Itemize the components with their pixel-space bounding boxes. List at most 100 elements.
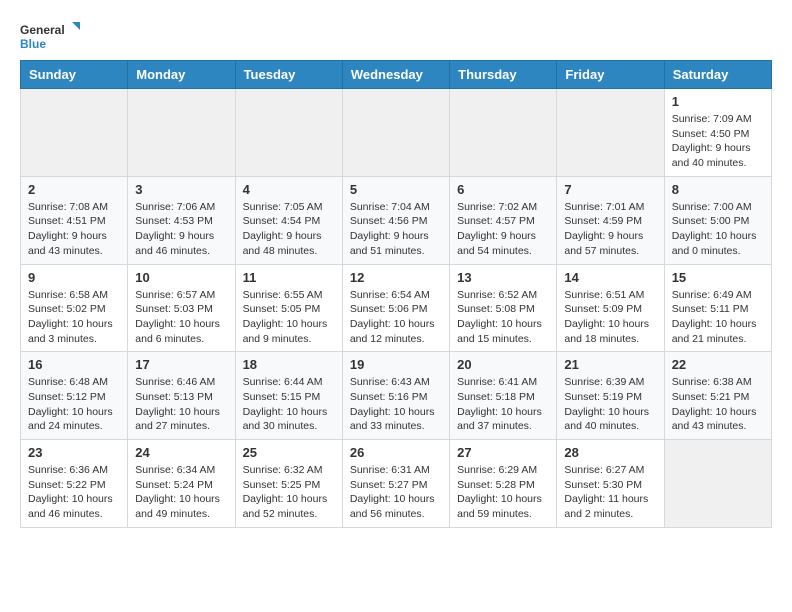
day-number: 11 — [243, 270, 335, 285]
day-info: Sunrise: 6:49 AM Sunset: 5:11 PM Dayligh… — [672, 288, 764, 347]
day-info: Sunrise: 7:05 AM Sunset: 4:54 PM Dayligh… — [243, 200, 335, 259]
day-number: 24 — [135, 445, 227, 460]
day-number: 16 — [28, 357, 120, 372]
day-number: 26 — [350, 445, 442, 460]
calendar-cell: 7 Sunrise: 7:01 AM Sunset: 4:59 PM Daylig… — [557, 176, 664, 264]
day-info: Sunrise: 7:04 AM Sunset: 4:56 PM Dayligh… — [350, 200, 442, 259]
calendar-cell: 24 Sunrise: 6:34 AM Sunset: 5:24 PM Dayli… — [128, 440, 235, 528]
day-number: 19 — [350, 357, 442, 372]
calendar-cell: 27 Sunrise: 6:29 AM Sunset: 5:28 PM Dayli… — [450, 440, 557, 528]
day-info: Sunrise: 6:29 AM Sunset: 5:28 PM Dayligh… — [457, 463, 549, 522]
calendar-cell: 11Sunrise: 6:55 AM Sunset: 5:05 PM Dayli… — [235, 264, 342, 352]
calendar-cell — [21, 89, 128, 177]
calendar-table: SundayMondayTuesdayWednesdayThursdayFrid… — [20, 60, 772, 528]
day-number: 28 — [564, 445, 656, 460]
day-info: Sunrise: 6:52 AM Sunset: 5:08 PM Dayligh… — [457, 288, 549, 347]
calendar-cell: 21 Sunrise: 6:39 AM Sunset: 5:19 PM Dayli… — [557, 352, 664, 440]
calendar-cell: 9Sunrise: 6:58 AM Sunset: 5:02 PM Daylig… — [21, 264, 128, 352]
day-info: Sunrise: 6:41 AM Sunset: 5:18 PM Dayligh… — [457, 375, 549, 434]
day-info: Sunrise: 7:02 AM Sunset: 4:57 PM Dayligh… — [457, 200, 549, 259]
day-number: 22 — [672, 357, 764, 372]
weekday-header-tuesday: Tuesday — [235, 61, 342, 89]
day-number: 18 — [243, 357, 335, 372]
calendar-cell: 28 Sunrise: 6:27 AM Sunset: 5:30 PM Dayli… — [557, 440, 664, 528]
day-number: 10 — [135, 270, 227, 285]
calendar-cell: 20 Sunrise: 6:41 AM Sunset: 5:18 PM Dayli… — [450, 352, 557, 440]
day-info: Sunrise: 6:32 AM Sunset: 5:25 PM Dayligh… — [243, 463, 335, 522]
day-number: 14 — [564, 270, 656, 285]
day-info: Sunrise: 6:48 AM Sunset: 5:12 PM Dayligh… — [28, 375, 120, 434]
logo: GeneralBlue — [20, 20, 80, 50]
day-number: 15 — [672, 270, 764, 285]
day-info: Sunrise: 6:43 AM Sunset: 5:16 PM Dayligh… — [350, 375, 442, 434]
calendar-cell: 5 Sunrise: 7:04 AM Sunset: 4:56 PM Daylig… — [342, 176, 449, 264]
day-info: Sunrise: 7:00 AM Sunset: 5:00 PM Dayligh… — [672, 200, 764, 259]
svg-text:General: General — [20, 23, 65, 37]
day-info: Sunrise: 6:27 AM Sunset: 5:30 PM Dayligh… — [564, 463, 656, 522]
calendar-cell: 18 Sunrise: 6:44 AM Sunset: 5:15 PM Dayli… — [235, 352, 342, 440]
calendar-cell: 10 Sunrise: 6:57 AM Sunset: 5:03 PM Dayli… — [128, 264, 235, 352]
week-row-0: 1 Sunrise: 7:09 AM Sunset: 4:50 PM Daylig… — [21, 89, 772, 177]
day-number: 17 — [135, 357, 227, 372]
week-row-2: 9Sunrise: 6:58 AM Sunset: 5:02 PM Daylig… — [21, 264, 772, 352]
calendar-cell — [342, 89, 449, 177]
calendar-cell: 26 Sunrise: 6:31 AM Sunset: 5:27 PM Dayli… — [342, 440, 449, 528]
calendar-cell: 19 Sunrise: 6:43 AM Sunset: 5:16 PM Dayli… — [342, 352, 449, 440]
week-row-4: 23 Sunrise: 6:36 AM Sunset: 5:22 PM Dayli… — [21, 440, 772, 528]
day-info: Sunrise: 6:46 AM Sunset: 5:13 PM Dayligh… — [135, 375, 227, 434]
day-info: Sunrise: 6:54 AM Sunset: 5:06 PM Dayligh… — [350, 288, 442, 347]
day-number: 20 — [457, 357, 549, 372]
day-info: Sunrise: 6:31 AM Sunset: 5:27 PM Dayligh… — [350, 463, 442, 522]
calendar-cell — [128, 89, 235, 177]
day-info: Sunrise: 6:44 AM Sunset: 5:15 PM Dayligh… — [243, 375, 335, 434]
calendar-cell: 2Sunrise: 7:08 AM Sunset: 4:51 PM Daylig… — [21, 176, 128, 264]
day-number: 27 — [457, 445, 549, 460]
weekday-header-monday: Monday — [128, 61, 235, 89]
day-number: 6 — [457, 182, 549, 197]
calendar-cell: 6 Sunrise: 7:02 AM Sunset: 4:57 PM Daylig… — [450, 176, 557, 264]
weekday-header-sunday: Sunday — [21, 61, 128, 89]
day-info: Sunrise: 7:01 AM Sunset: 4:59 PM Dayligh… — [564, 200, 656, 259]
day-number: 23 — [28, 445, 120, 460]
calendar-cell: 17 Sunrise: 6:46 AM Sunset: 5:13 PM Dayli… — [128, 352, 235, 440]
calendar-cell: 14 Sunrise: 6:51 AM Sunset: 5:09 PM Dayli… — [557, 264, 664, 352]
day-info: Sunrise: 6:38 AM Sunset: 5:21 PM Dayligh… — [672, 375, 764, 434]
calendar-cell: 3 Sunrise: 7:06 AM Sunset: 4:53 PM Daylig… — [128, 176, 235, 264]
day-number: 3 — [135, 182, 227, 197]
day-info: Sunrise: 6:57 AM Sunset: 5:03 PM Dayligh… — [135, 288, 227, 347]
day-info: Sunrise: 7:06 AM Sunset: 4:53 PM Dayligh… — [135, 200, 227, 259]
page-header: GeneralBlue — [20, 20, 772, 50]
svg-text:Blue: Blue — [20, 37, 46, 50]
day-number: 8 — [672, 182, 764, 197]
calendar-cell: 1 Sunrise: 7:09 AM Sunset: 4:50 PM Daylig… — [664, 89, 771, 177]
day-number: 12 — [350, 270, 442, 285]
day-info: Sunrise: 6:58 AM Sunset: 5:02 PM Dayligh… — [28, 288, 120, 347]
calendar-cell: 22 Sunrise: 6:38 AM Sunset: 5:21 PM Dayli… — [664, 352, 771, 440]
calendar-cell: 23 Sunrise: 6:36 AM Sunset: 5:22 PM Dayli… — [21, 440, 128, 528]
calendar-cell — [664, 440, 771, 528]
weekday-header-row: SundayMondayTuesdayWednesdayThursdayFrid… — [21, 61, 772, 89]
calendar-cell: 25Sunrise: 6:32 AM Sunset: 5:25 PM Dayli… — [235, 440, 342, 528]
weekday-header-wednesday: Wednesday — [342, 61, 449, 89]
calendar-cell — [235, 89, 342, 177]
day-info: Sunrise: 6:34 AM Sunset: 5:24 PM Dayligh… — [135, 463, 227, 522]
day-info: Sunrise: 6:36 AM Sunset: 5:22 PM Dayligh… — [28, 463, 120, 522]
day-info: Sunrise: 7:09 AM Sunset: 4:50 PM Dayligh… — [672, 112, 764, 171]
day-number: 21 — [564, 357, 656, 372]
calendar-cell: 13 Sunrise: 6:52 AM Sunset: 5:08 PM Dayli… — [450, 264, 557, 352]
calendar-cell — [557, 89, 664, 177]
day-number: 7 — [564, 182, 656, 197]
day-number: 1 — [672, 94, 764, 109]
day-info: Sunrise: 6:51 AM Sunset: 5:09 PM Dayligh… — [564, 288, 656, 347]
weekday-header-thursday: Thursday — [450, 61, 557, 89]
calendar-cell: 8 Sunrise: 7:00 AM Sunset: 5:00 PM Daylig… — [664, 176, 771, 264]
week-row-3: 16 Sunrise: 6:48 AM Sunset: 5:12 PM Dayli… — [21, 352, 772, 440]
weekday-header-saturday: Saturday — [664, 61, 771, 89]
day-number: 5 — [350, 182, 442, 197]
day-number: 2 — [28, 182, 120, 197]
day-info: Sunrise: 6:39 AM Sunset: 5:19 PM Dayligh… — [564, 375, 656, 434]
calendar-cell — [450, 89, 557, 177]
day-number: 4 — [243, 182, 335, 197]
calendar-cell: 16 Sunrise: 6:48 AM Sunset: 5:12 PM Dayli… — [21, 352, 128, 440]
day-number: 13 — [457, 270, 549, 285]
